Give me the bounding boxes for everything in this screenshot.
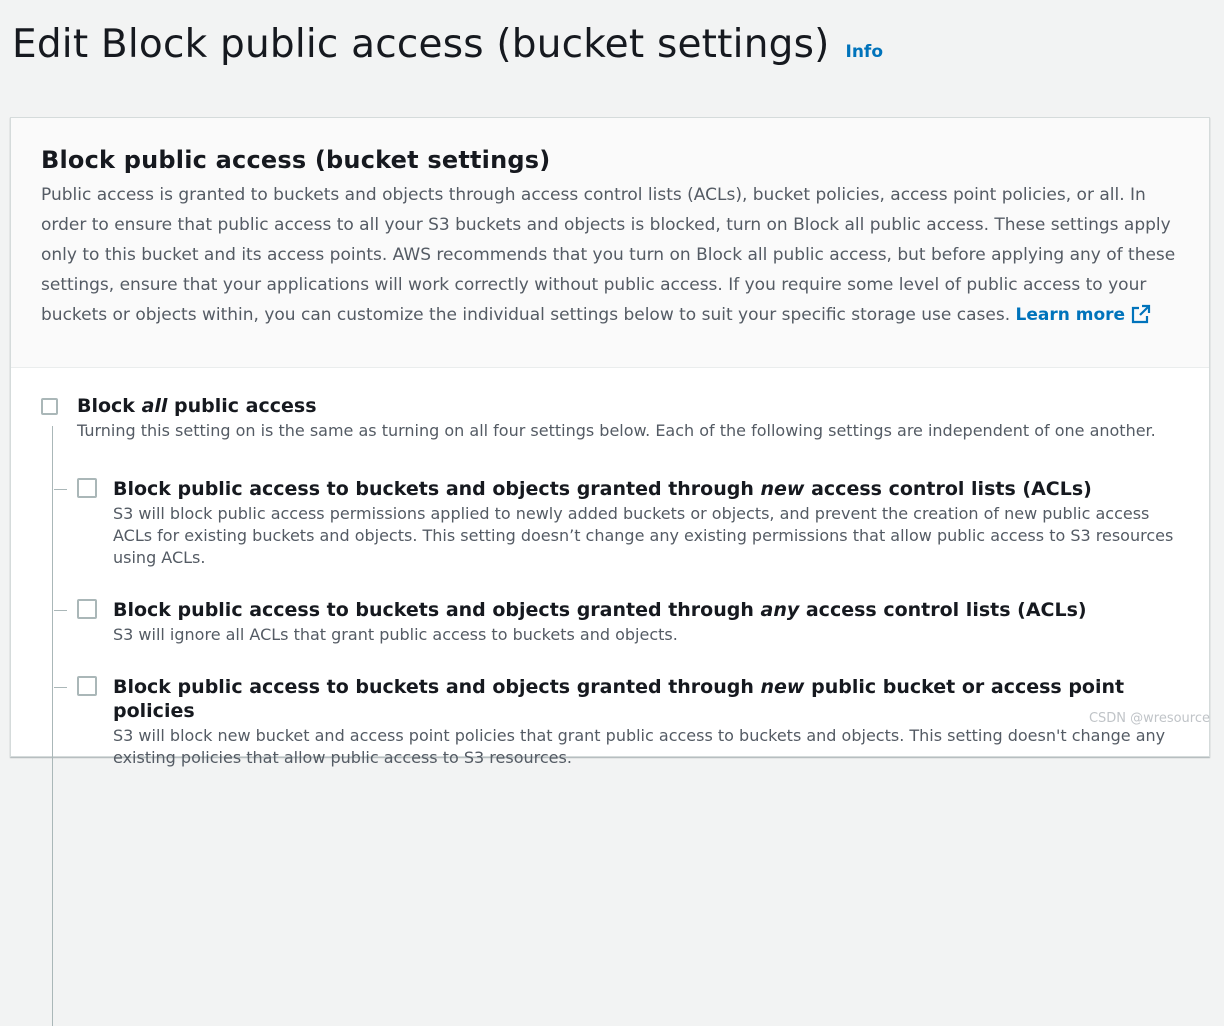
new-policies-text: Block public access to buckets and objec… bbox=[113, 675, 1179, 769]
learn-more-link[interactable]: Learn more bbox=[1016, 305, 1152, 325]
any-acls-title-emph: any bbox=[761, 599, 800, 621]
new-policies-title-emph: new bbox=[761, 676, 805, 698]
any-acls-title-after: access control lists (ACLs) bbox=[799, 599, 1086, 621]
any-acls-checkbox[interactable] bbox=[77, 599, 97, 619]
info-link[interactable]: Info bbox=[846, 42, 884, 62]
new-acls-title-emph: new bbox=[761, 478, 805, 500]
tree-connector bbox=[54, 610, 67, 611]
new-acls-text: Block public access to buckets and objec… bbox=[113, 477, 1179, 569]
new-acls-title-before: Block public access to buckets and objec… bbox=[113, 478, 761, 500]
block-all-title: Block all public access bbox=[77, 394, 1156, 418]
options-list: Block all public access Turning this set… bbox=[11, 368, 1209, 769]
panel-title: Block public access (bucket settings) bbox=[41, 146, 1179, 174]
block-all-option: Block all public access Turning this set… bbox=[41, 394, 1179, 442]
sub-option-new-policies: Block public access to buckets and objec… bbox=[77, 675, 1179, 769]
panel-header: Block public access (bucket settings) Pu… bbox=[11, 118, 1209, 368]
block-all-text: Block all public access Turning this set… bbox=[77, 394, 1156, 442]
any-acls-text: Block public access to buckets and objec… bbox=[113, 598, 1087, 646]
tree-connector bbox=[54, 687, 67, 688]
any-acls-description: S3 will ignore all ACLs that grant publi… bbox=[113, 624, 1087, 646]
new-acls-title-after: access control lists (ACLs) bbox=[804, 478, 1091, 500]
tree-connector bbox=[54, 489, 67, 490]
external-link-icon bbox=[1131, 304, 1151, 324]
page-header: Edit Block public access (bucket setting… bbox=[12, 22, 883, 67]
new-policies-title: Block public access to buckets and objec… bbox=[113, 675, 1179, 723]
block-all-title-after: public access bbox=[167, 395, 316, 417]
watermark: CSDN @wresource bbox=[1089, 711, 1210, 726]
panel-description-text: Public access is granted to buckets and … bbox=[41, 185, 1175, 325]
block-all-title-before: Block bbox=[77, 395, 142, 417]
new-acls-description: S3 will block public access permissions … bbox=[113, 503, 1179, 569]
any-acls-title: Block public access to buckets and objec… bbox=[113, 598, 1087, 622]
new-policies-checkbox[interactable] bbox=[77, 676, 97, 696]
block-all-description: Turning this setting on is the same as t… bbox=[77, 420, 1156, 442]
new-acls-checkbox[interactable] bbox=[77, 478, 97, 498]
block-all-title-emph: all bbox=[142, 395, 168, 417]
block-public-access-panel: Block public access (bucket settings) Pu… bbox=[10, 117, 1210, 757]
any-acls-title-before: Block public access to buckets and objec… bbox=[113, 599, 761, 621]
sub-option-new-acls: Block public access to buckets and objec… bbox=[77, 477, 1179, 569]
learn-more-label: Learn more bbox=[1016, 305, 1126, 325]
block-all-checkbox[interactable] bbox=[41, 398, 58, 415]
panel-description: Public access is granted to buckets and … bbox=[41, 180, 1179, 330]
page-title: Edit Block public access (bucket setting… bbox=[12, 22, 830, 67]
new-policies-title-before: Block public access to buckets and objec… bbox=[113, 676, 761, 698]
sub-option-any-acls: Block public access to buckets and objec… bbox=[77, 598, 1179, 646]
tree-line bbox=[52, 426, 53, 1026]
new-acls-title: Block public access to buckets and objec… bbox=[113, 477, 1179, 501]
